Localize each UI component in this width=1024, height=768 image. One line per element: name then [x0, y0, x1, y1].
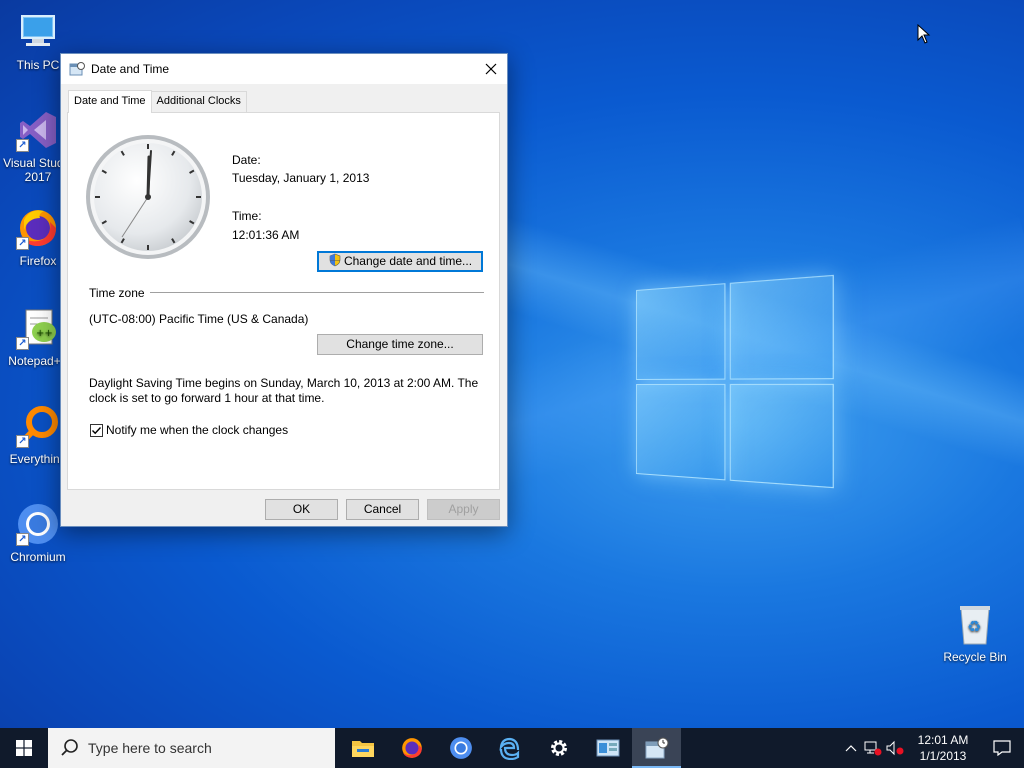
edge-legacy-icon: [498, 737, 519, 760]
volume-button[interactable]: [884, 728, 906, 768]
close-button[interactable]: [475, 54, 507, 84]
windows-wallpaper-logo: [636, 274, 836, 496]
time-zone-separator: [150, 292, 484, 293]
dst-info-line-2: clock is set to go forward 1 hour at tha…: [89, 391, 325, 405]
desktop-icon-label: Recycle Bin: [943, 650, 1007, 664]
cancel-button[interactable]: Cancel: [346, 499, 419, 520]
mouse-cursor-icon: [917, 23, 931, 47]
search-icon: [61, 739, 78, 756]
desktop-icon-label: Chromium: [10, 550, 66, 564]
volume-muted-icon: [886, 740, 904, 756]
taskbar-control-panel[interactable]: [583, 728, 632, 768]
change-time-zone-button[interactable]: Change time zone...: [317, 334, 483, 355]
date-time-app-icon: [69, 61, 85, 77]
shortcut-arrow-icon: ↗: [16, 237, 29, 250]
desktop-icon-recycle-bin[interactable]: ♻ Recycle Bin: [937, 602, 1013, 664]
date-time-icon: [645, 737, 668, 759]
tab-additional-clocks[interactable]: Additional Clocks: [150, 91, 247, 113]
tab-date-and-time[interactable]: Date and Time: [68, 90, 152, 113]
taskbar-firefox[interactable]: [387, 728, 436, 768]
shortcut-arrow-icon: ↗: [16, 337, 29, 350]
uac-shield-icon: [328, 253, 342, 273]
analog-clock: [84, 133, 212, 261]
network-disconnected-icon: [864, 741, 882, 756]
taskbar-clock[interactable]: 12:01 AM 1/1/2013: [912, 732, 974, 764]
windows-start-icon: [16, 740, 32, 756]
change-date-and-time-button[interactable]: Change date and time...: [317, 251, 483, 272]
taskbar-chromium[interactable]: [436, 728, 485, 768]
svg-text:♻: ♻: [967, 617, 981, 636]
notify-checkbox-label[interactable]: Notify me when the clock changes: [106, 423, 288, 437]
close-icon: [485, 63, 497, 75]
file-explorer-icon: [351, 741, 374, 757]
search-placeholder: Type here to search: [88, 740, 212, 756]
action-center-button[interactable]: [980, 728, 1024, 768]
chromium-icon: ↗: [16, 502, 60, 546]
taskbar-edge-legacy[interactable]: [485, 728, 534, 768]
notification-icon: [993, 740, 1011, 756]
notepad-plus-plus-icon: ++ ↗: [16, 306, 60, 350]
chevron-up-icon: [845, 745, 857, 752]
settings-icon: [550, 740, 567, 756]
time-zone-header: Time zone: [89, 286, 145, 300]
recycle-bin-icon: ♻: [953, 602, 997, 646]
date-value: Tuesday, January 1, 2013: [232, 171, 370, 185]
date-time-dialog: Date and Time Date and Time Additional C…: [60, 53, 508, 527]
checkmark-icon: [92, 427, 102, 435]
taskbar-search-box[interactable]: Type here to search: [48, 728, 335, 768]
ok-button[interactable]: OK: [265, 499, 338, 520]
taskbar-clock-time: 12:01 AM: [917, 733, 969, 747]
dialog-title: Date and Time: [91, 62, 170, 76]
change-date-and-time-label: Change date and time...: [343, 254, 473, 268]
date-label: Date:: [232, 153, 261, 167]
shortcut-arrow-icon: ↗: [16, 435, 29, 448]
shortcut-arrow-icon: ↗: [16, 533, 29, 546]
system-tray: 12:01 AM 1/1/2013: [840, 728, 1024, 768]
control-panel-icon: [596, 739, 619, 757]
firefox-icon: ↗: [16, 206, 60, 250]
network-status-button[interactable]: [862, 728, 884, 768]
taskbar-pinned-apps: [338, 728, 681, 768]
time-value: 12:01:36 AM: [232, 228, 300, 242]
dialog-title-bar[interactable]: Date and Time: [61, 54, 507, 84]
chromium-icon: [449, 737, 472, 759]
taskbar-settings[interactable]: [534, 728, 583, 768]
svg-text:++: ++: [36, 328, 53, 339]
everything-search-icon: ↗: [16, 404, 60, 448]
visual-studio-icon: ↗: [16, 108, 60, 152]
taskbar-file-explorer[interactable]: [338, 728, 387, 768]
show-hidden-icons-button[interactable]: [840, 728, 862, 768]
computer-icon: [16, 10, 60, 54]
time-zone-value: (UTC-08:00) Pacific Time (US & Canada): [89, 312, 309, 326]
tab-strip: Date and Time Additional Clocks: [68, 90, 247, 113]
shortcut-arrow-icon: ↗: [16, 139, 29, 152]
taskbar: Type here to search 12:01 AM 1/1/2013: [0, 728, 1024, 768]
time-label: Time:: [232, 209, 262, 223]
tab-panel: Date: Tuesday, January 1, 2013 Time: 12:…: [67, 112, 500, 490]
apply-button[interactable]: Apply: [427, 499, 500, 520]
start-button[interactable]: [0, 728, 48, 768]
dst-info-line-1: Daylight Saving Time begins on Sunday, M…: [89, 376, 479, 390]
taskbar-clock-date: 1/1/2013: [919, 749, 967, 763]
firefox-icon: [401, 738, 422, 758]
notify-checkbox[interactable]: [90, 424, 103, 437]
taskbar-date-and-time[interactable]: [632, 728, 681, 768]
